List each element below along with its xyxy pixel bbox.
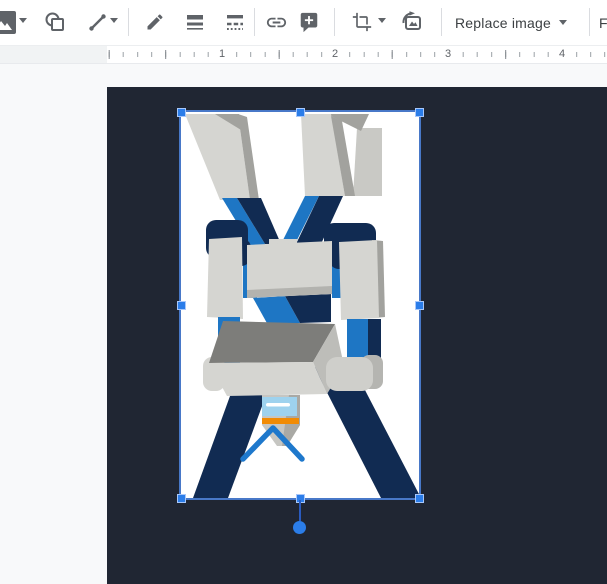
pencil-icon: [145, 12, 165, 32]
resize-handle-bottom-right[interactable]: [415, 494, 424, 503]
toolbar-divider: [128, 8, 129, 36]
horizontal-ruler: 1 2 3 4: [0, 46, 607, 64]
crop-dropdown-icon[interactable]: [378, 18, 386, 23]
line-button[interactable]: [84, 9, 110, 35]
ruler-number: 2: [329, 46, 341, 63]
line-icon: [87, 12, 108, 33]
line-weight-icon: [185, 12, 205, 32]
ruler-number: 4: [556, 46, 568, 63]
toolbar-divider: [589, 8, 590, 36]
shape-button[interactable]: [42, 9, 68, 35]
resize-handle-top-left[interactable]: [177, 108, 186, 117]
replace-image-dropdown-icon: [559, 20, 567, 25]
toolbar-divider: [441, 8, 442, 36]
border-dash-button[interactable]: [222, 9, 248, 35]
border-color-button[interactable]: [142, 9, 168, 35]
ruler-half-ticks: [107, 50, 607, 59]
format-options-label: Fo: [599, 15, 607, 31]
ruler-number: 3: [442, 46, 454, 63]
resize-handle-top-right[interactable]: [415, 108, 424, 117]
ruler-number: 1: [216, 46, 228, 63]
link-icon: [265, 11, 288, 34]
shape-icon: [44, 11, 66, 33]
resize-handle-bottom-left[interactable]: [177, 494, 186, 503]
add-comment-button[interactable]: [296, 9, 322, 35]
crop-icon: [352, 12, 372, 32]
resize-handle-middle-right[interactable]: [415, 301, 424, 310]
border-weight-button[interactable]: [182, 9, 208, 35]
slide-canvas[interactable]: [107, 87, 607, 584]
insert-link-button[interactable]: [263, 9, 289, 35]
resize-handle-middle-left[interactable]: [177, 301, 186, 310]
format-options-button[interactable]: Fo: [599, 0, 607, 45]
line-dropdown-icon[interactable]: [110, 18, 118, 23]
rotation-handle[interactable]: [293, 521, 306, 534]
replace-image-label: Replace image: [455, 15, 551, 31]
rotation-stem: [299, 500, 301, 521]
line-dash-icon: [225, 12, 245, 32]
image-dropdown-icon[interactable]: [19, 18, 27, 23]
ruler-left-block: [0, 46, 107, 63]
reset-image-icon: [400, 10, 424, 34]
image-button[interactable]: [0, 9, 17, 35]
reset-image-button[interactable]: [399, 9, 425, 35]
toolbar: Replace image Fo: [0, 0, 607, 46]
comment-plus-icon: [298, 11, 320, 33]
image-icon: [0, 11, 16, 34]
toolbar-divider: [334, 8, 335, 36]
crop-button[interactable]: [349, 9, 375, 35]
selection-border[interactable]: [179, 110, 421, 500]
toolbar-divider: [254, 8, 255, 36]
replace-image-button[interactable]: Replace image: [455, 0, 567, 45]
resize-handle-top-center[interactable]: [296, 108, 305, 117]
